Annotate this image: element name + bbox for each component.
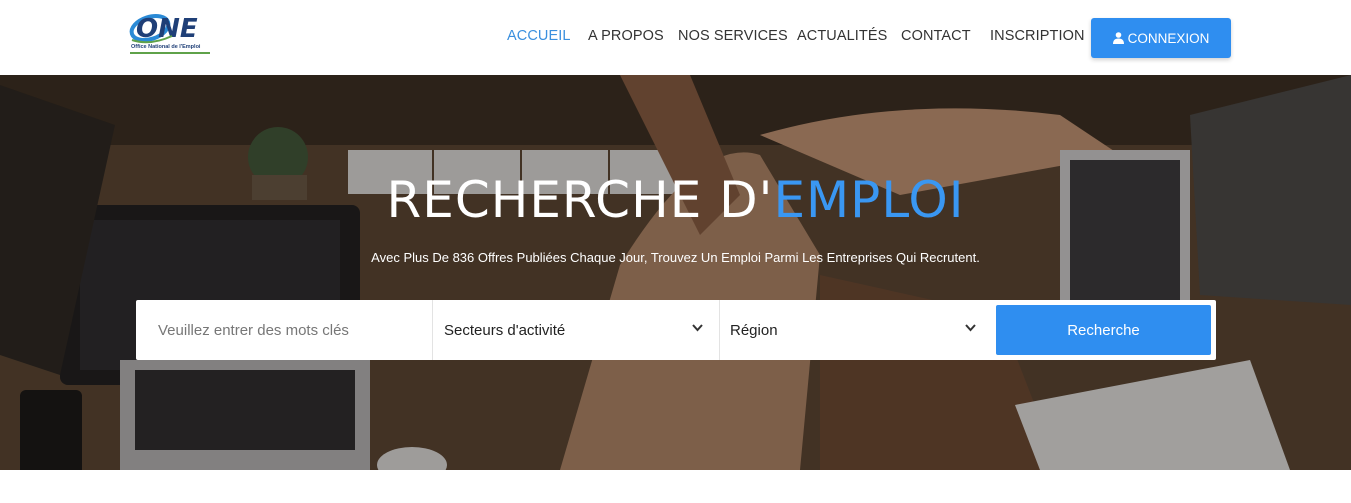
svg-text:ONE: ONE [136, 14, 198, 44]
region-select[interactable]: Région [719, 300, 992, 360]
logo-tagline: Office National de l'Emploi [131, 44, 201, 50]
login-label: CONNEXION [1127, 30, 1210, 46]
region-select-label: Région [730, 321, 778, 339]
job-search-bar: Secteurs d'activité Région Recherche [136, 300, 1216, 360]
nav-actualites[interactable]: ACTUALITÉS [797, 28, 887, 44]
search-button[interactable]: Recherche [996, 305, 1211, 355]
user-icon [1112, 32, 1124, 44]
keywords-input[interactable] [136, 300, 432, 360]
chevron-down-icon [965, 324, 976, 332]
hero-title-main: RECHERCHE D' [386, 171, 774, 229]
chevron-down-icon [692, 324, 703, 332]
nav-a-propos[interactable]: A PROPOS [588, 28, 664, 44]
nav-accueil[interactable]: ACCUEIL [507, 28, 571, 44]
hero-banner: RECHERCHE D'EMPLOI Avec Plus De 836 Offr… [0, 75, 1351, 470]
hero-title-accent: EMPLOI [773, 171, 965, 229]
hero-subtitle: Avec Plus De 836 Offres Publiées Chaque … [371, 250, 980, 265]
hero-title: RECHERCHE D'EMPLOI [0, 171, 1351, 229]
hero-overlay [0, 75, 1351, 470]
site-header: ONE Office National de l'Emploi ACCUEIL … [0, 0, 1351, 75]
nav-inscription[interactable]: INSCRIPTION [990, 28, 1085, 44]
logo-underline [130, 52, 210, 54]
nav-nos-services[interactable]: NOS SERVICES [678, 28, 788, 44]
nav-contact[interactable]: CONTACT [901, 28, 971, 44]
sector-select-label: Secteurs d'activité [444, 321, 566, 339]
login-button[interactable]: CONNEXION [1091, 18, 1231, 58]
sector-select[interactable]: Secteurs d'activité [433, 300, 719, 360]
